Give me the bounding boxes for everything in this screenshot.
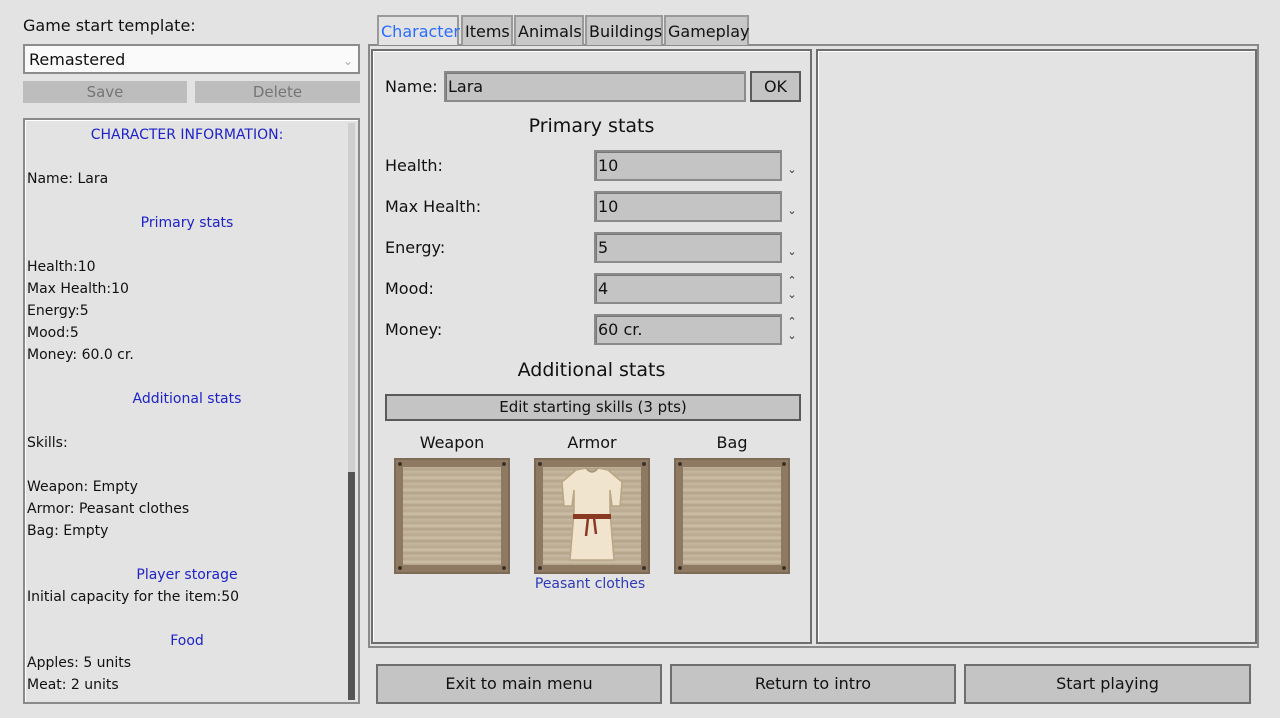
character-info-text: CHARACTER INFORMATION: Name: Lara Primar… bbox=[27, 124, 347, 696]
template-label: Game start template: bbox=[23, 16, 196, 35]
info-primary-header: Primary stats bbox=[140, 215, 234, 231]
primary-stats-title: Primary stats bbox=[528, 115, 655, 137]
energy-decrement-icon[interactable]: ⌄ bbox=[785, 246, 799, 257]
info-additional-header: Additional stats bbox=[132, 391, 242, 407]
info-meat: Meat: 2 units bbox=[27, 677, 119, 693]
peasant-clothes-icon bbox=[561, 467, 623, 561]
max-health-label: Max Health: bbox=[385, 197, 482, 216]
armor-slot[interactable] bbox=[534, 458, 650, 574]
armor-slot-label: Armor bbox=[567, 433, 617, 452]
name-input[interactable]: Lara bbox=[444, 71, 746, 102]
info-mood: Mood:5 bbox=[27, 325, 79, 341]
template-select[interactable]: Remastered ⌄ bbox=[23, 44, 360, 74]
return-to-intro-button[interactable]: Return to intro bbox=[670, 664, 956, 704]
info-food-header: Food bbox=[170, 633, 204, 649]
mood-increment-icon[interactable]: ⌃ bbox=[785, 275, 799, 286]
money-label: Money: bbox=[385, 320, 443, 339]
name-label: Name: bbox=[385, 77, 438, 96]
info-storage-header: Player storage bbox=[136, 567, 238, 583]
save-template-button[interactable]: Save bbox=[23, 81, 187, 103]
mood-input[interactable]: 4 bbox=[594, 273, 782, 304]
tab-character[interactable]: Character bbox=[377, 15, 460, 45]
health-input[interactable]: 10 bbox=[594, 150, 782, 181]
exit-to-main-menu-button[interactable]: Exit to main menu bbox=[376, 664, 662, 704]
start-playing-button[interactable]: Start playing bbox=[964, 664, 1251, 704]
name-ok-button[interactable]: OK bbox=[750, 71, 801, 102]
money-decrement-icon[interactable]: ⌄ bbox=[785, 330, 799, 341]
info-storage-capacity: Initial capacity for the item:50 bbox=[27, 589, 240, 605]
character-info-panel: CHARACTER INFORMATION: Name: Lara Primar… bbox=[23, 118, 360, 704]
mood-decrement-icon[interactable]: ⌄ bbox=[785, 289, 799, 300]
bag-slot[interactable] bbox=[674, 458, 790, 574]
delete-template-button[interactable]: Delete bbox=[195, 81, 360, 103]
info-title: CHARACTER INFORMATION: bbox=[90, 127, 284, 143]
info-bag: Bag: Empty bbox=[27, 523, 109, 539]
info-health: Health:10 bbox=[27, 259, 96, 275]
armor-item-name[interactable]: Peasant clothes bbox=[515, 576, 665, 592]
tab-gameplay[interactable]: Gameplay bbox=[664, 15, 750, 45]
weapon-slot[interactable] bbox=[394, 458, 510, 574]
max-health-decrement-icon[interactable]: ⌄ bbox=[785, 205, 799, 216]
health-decrement-icon[interactable]: ⌄ bbox=[785, 164, 799, 175]
chevron-down-icon: ⌄ bbox=[342, 54, 353, 68]
money-increment-icon[interactable]: ⌃ bbox=[785, 316, 799, 327]
max-health-input[interactable]: 10 bbox=[594, 191, 782, 222]
info-apples: Apples: 5 units bbox=[27, 655, 132, 671]
tab-items[interactable]: Items bbox=[461, 15, 513, 45]
info-weapon: Weapon: Empty bbox=[27, 479, 138, 495]
energy-label: Energy: bbox=[385, 238, 446, 257]
tab-animals[interactable]: Animals bbox=[514, 15, 584, 45]
info-money: Money: 60.0 cr. bbox=[27, 347, 134, 363]
info-max-health: Max Health:10 bbox=[27, 281, 129, 297]
info-energy: Energy:5 bbox=[27, 303, 89, 319]
template-selected-value: Remastered bbox=[29, 50, 126, 69]
info-name: Name: Lara bbox=[27, 171, 109, 187]
info-skills: Skills: bbox=[27, 435, 68, 451]
bag-slot-label: Bag bbox=[716, 433, 748, 452]
mood-label: Mood: bbox=[385, 279, 434, 298]
info-armor: Armor: Peasant clothes bbox=[27, 501, 190, 517]
money-input[interactable]: 60 cr. bbox=[594, 314, 782, 345]
weapon-slot-label: Weapon bbox=[419, 433, 485, 452]
tab-buildings[interactable]: Buildings bbox=[585, 15, 663, 45]
preview-panel bbox=[816, 49, 1257, 644]
info-scrollbar-thumb[interactable] bbox=[348, 472, 355, 700]
energy-input[interactable]: 5 bbox=[594, 232, 782, 263]
health-label: Health: bbox=[385, 156, 443, 175]
edit-skills-button[interactable]: Edit starting skills (3 pts) bbox=[385, 394, 801, 421]
additional-stats-title: Additional stats bbox=[517, 359, 666, 381]
